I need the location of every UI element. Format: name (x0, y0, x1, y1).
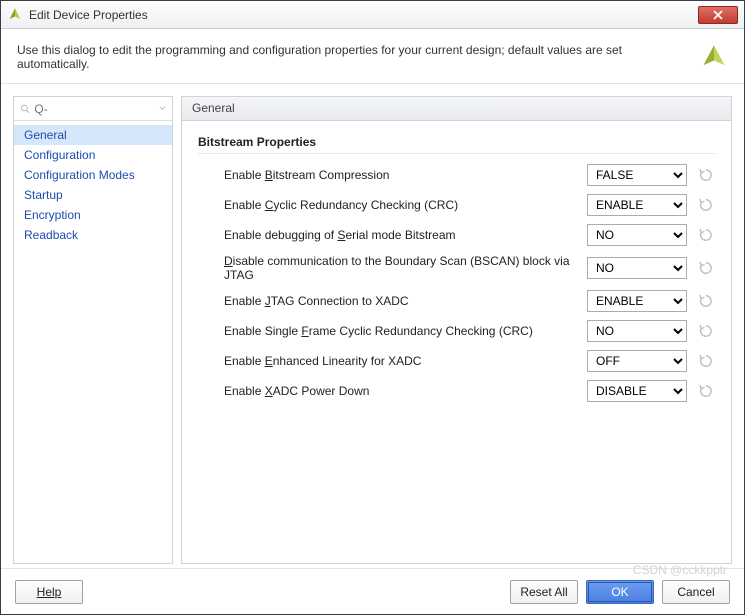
property-select[interactable]: NO (587, 320, 687, 342)
dialog-body: GeneralConfigurationConfiguration ModesS… (1, 84, 744, 568)
search-icon (20, 103, 30, 115)
property-row: Enable Enhanced Linearity for XADCOFF (224, 350, 715, 372)
description-text: Use this dialog to edit the programming … (17, 43, 688, 71)
main-header: General (182, 97, 731, 121)
property-label: Enable XADC Power Down (224, 384, 587, 398)
sidebar-nav-list: GeneralConfigurationConfiguration ModesS… (14, 121, 172, 249)
property-select[interactable]: OFF (587, 350, 687, 372)
property-label: Enable Bitstream Compression (224, 168, 587, 182)
property-row: Disable communication to the Boundary Sc… (224, 254, 715, 282)
reset-icon[interactable] (697, 166, 715, 184)
sidebar-item[interactable]: Readback (14, 225, 172, 245)
main-panel: General Bitstream Properties Enable Bits… (181, 96, 732, 564)
help-button[interactable]: Help (15, 580, 83, 604)
property-label: Disable communication to the Boundary Sc… (224, 254, 587, 282)
property-list: Enable Bitstream CompressionFALSEEnable … (198, 164, 715, 402)
property-select[interactable]: ENABLE (587, 194, 687, 216)
sidebar: GeneralConfigurationConfiguration ModesS… (13, 96, 173, 564)
chevron-down-icon (159, 106, 166, 110)
property-select[interactable]: NO (587, 257, 687, 279)
property-select[interactable]: FALSE (587, 164, 687, 186)
property-row: Enable debugging of Serial mode Bitstrea… (224, 224, 715, 246)
property-select[interactable]: DISABLE (587, 380, 687, 402)
titlebar: Edit Device Properties (1, 1, 744, 29)
reset-icon[interactable] (697, 259, 715, 277)
property-row: Enable XADC Power DownDISABLE (224, 380, 715, 402)
reset-icon[interactable] (697, 226, 715, 244)
property-label: Enable Cyclic Redundancy Checking (CRC) (224, 198, 587, 212)
property-row: Enable Cyclic Redundancy Checking (CRC)E… (224, 194, 715, 216)
property-label: Enable JTAG Connection to XADC (224, 294, 587, 308)
window-title: Edit Device Properties (29, 8, 698, 22)
property-row: Enable Bitstream CompressionFALSE (224, 164, 715, 186)
close-icon (713, 10, 723, 20)
dialog-window: Edit Device Properties Use this dialog t… (0, 0, 745, 615)
app-logo-icon (7, 7, 23, 23)
search-input[interactable] (32, 101, 159, 117)
property-row: Enable Single Frame Cyclic Redundancy Ch… (224, 320, 715, 342)
section-title: Bitstream Properties (198, 135, 715, 149)
sidebar-item[interactable]: Encryption (14, 205, 172, 225)
property-label: Enable debugging of Serial mode Bitstrea… (224, 228, 587, 242)
property-select[interactable]: NO (587, 224, 687, 246)
window-close-button[interactable] (698, 6, 738, 24)
sidebar-item[interactable]: General (14, 125, 172, 145)
main-content: Bitstream Properties Enable Bitstream Co… (182, 121, 731, 424)
vendor-logo-icon (700, 43, 728, 71)
reset-icon[interactable] (697, 292, 715, 310)
sidebar-search[interactable] (14, 97, 172, 121)
ok-button[interactable]: OK (586, 580, 654, 604)
help-label: Help (37, 585, 62, 599)
dialog-footer: Help Reset All OK Cancel (1, 568, 744, 614)
description-row: Use this dialog to edit the programming … (1, 29, 744, 84)
reset-all-button[interactable]: Reset All (510, 580, 578, 604)
sidebar-item[interactable]: Configuration Modes (14, 165, 172, 185)
property-label: Enable Enhanced Linearity for XADC (224, 354, 587, 368)
reset-icon[interactable] (697, 196, 715, 214)
property-label: Enable Single Frame Cyclic Redundancy Ch… (224, 324, 587, 338)
section-divider (198, 153, 715, 154)
reset-icon[interactable] (697, 352, 715, 370)
sidebar-item[interactable]: Startup (14, 185, 172, 205)
sidebar-item[interactable]: Configuration (14, 145, 172, 165)
reset-icon[interactable] (697, 382, 715, 400)
reset-icon[interactable] (697, 322, 715, 340)
cancel-button[interactable]: Cancel (662, 580, 730, 604)
property-select[interactable]: ENABLE (587, 290, 687, 312)
property-row: Enable JTAG Connection to XADCENABLE (224, 290, 715, 312)
